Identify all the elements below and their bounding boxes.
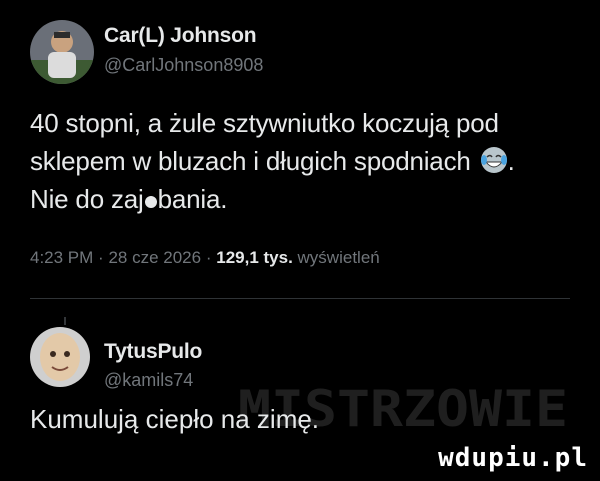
thread-line: [64, 317, 66, 325]
tweet-text-fragment: sklepem w bluzach i długich spodniach: [30, 146, 471, 176]
tweet-text-fragment: Nie do zaj: [30, 184, 144, 214]
author-handle[interactable]: @CarlJohnson8908: [104, 55, 263, 76]
tweet-text-line: sklepem w bluzach i długich spodniach .: [30, 142, 515, 180]
reply-avatar-image: [30, 327, 90, 387]
censor-dot-icon: [144, 196, 157, 208]
meta-separator: ·: [205, 248, 212, 267]
divider: [30, 298, 570, 299]
tweet-text-fragment: bania.: [157, 184, 228, 214]
reply-author-avatar[interactable]: [30, 327, 90, 387]
reply-author-name[interactable]: TytusPulo: [104, 340, 202, 364]
tweet-text-line: Nie do zaj bania.: [30, 180, 515, 218]
views-count[interactable]: 129,1 tys.: [216, 248, 293, 267]
tweet-meta: 4:23 PM · 28 cze 2026 · 129,1 tys. wyświ…: [30, 248, 380, 268]
reply-author-handle[interactable]: @kamils74: [104, 370, 193, 391]
tweet-text-fragment: .: [507, 146, 515, 176]
views-label: wyświetleń: [297, 248, 380, 267]
reply-text: Kumulują ciepło na zimę.: [30, 404, 320, 434]
author-name[interactable]: Car(L) Johnson: [104, 24, 257, 48]
tweet-text: 40 stopni, a żule sztywniutko koczują po…: [30, 104, 515, 218]
author-avatar[interactable]: [30, 20, 94, 84]
tweet-text-line: 40 stopni, a żule sztywniutko koczują po…: [30, 108, 499, 138]
meta-separator: ·: [98, 248, 104, 267]
site-watermark: wdupiu.pl: [438, 443, 588, 473]
author-avatar-image: [30, 20, 94, 84]
face-with-tears-of-joy-icon: [480, 146, 508, 174]
tweet-time[interactable]: 4:23 PM: [30, 248, 93, 267]
tweet-date[interactable]: 28 cze 2026: [108, 248, 201, 267]
